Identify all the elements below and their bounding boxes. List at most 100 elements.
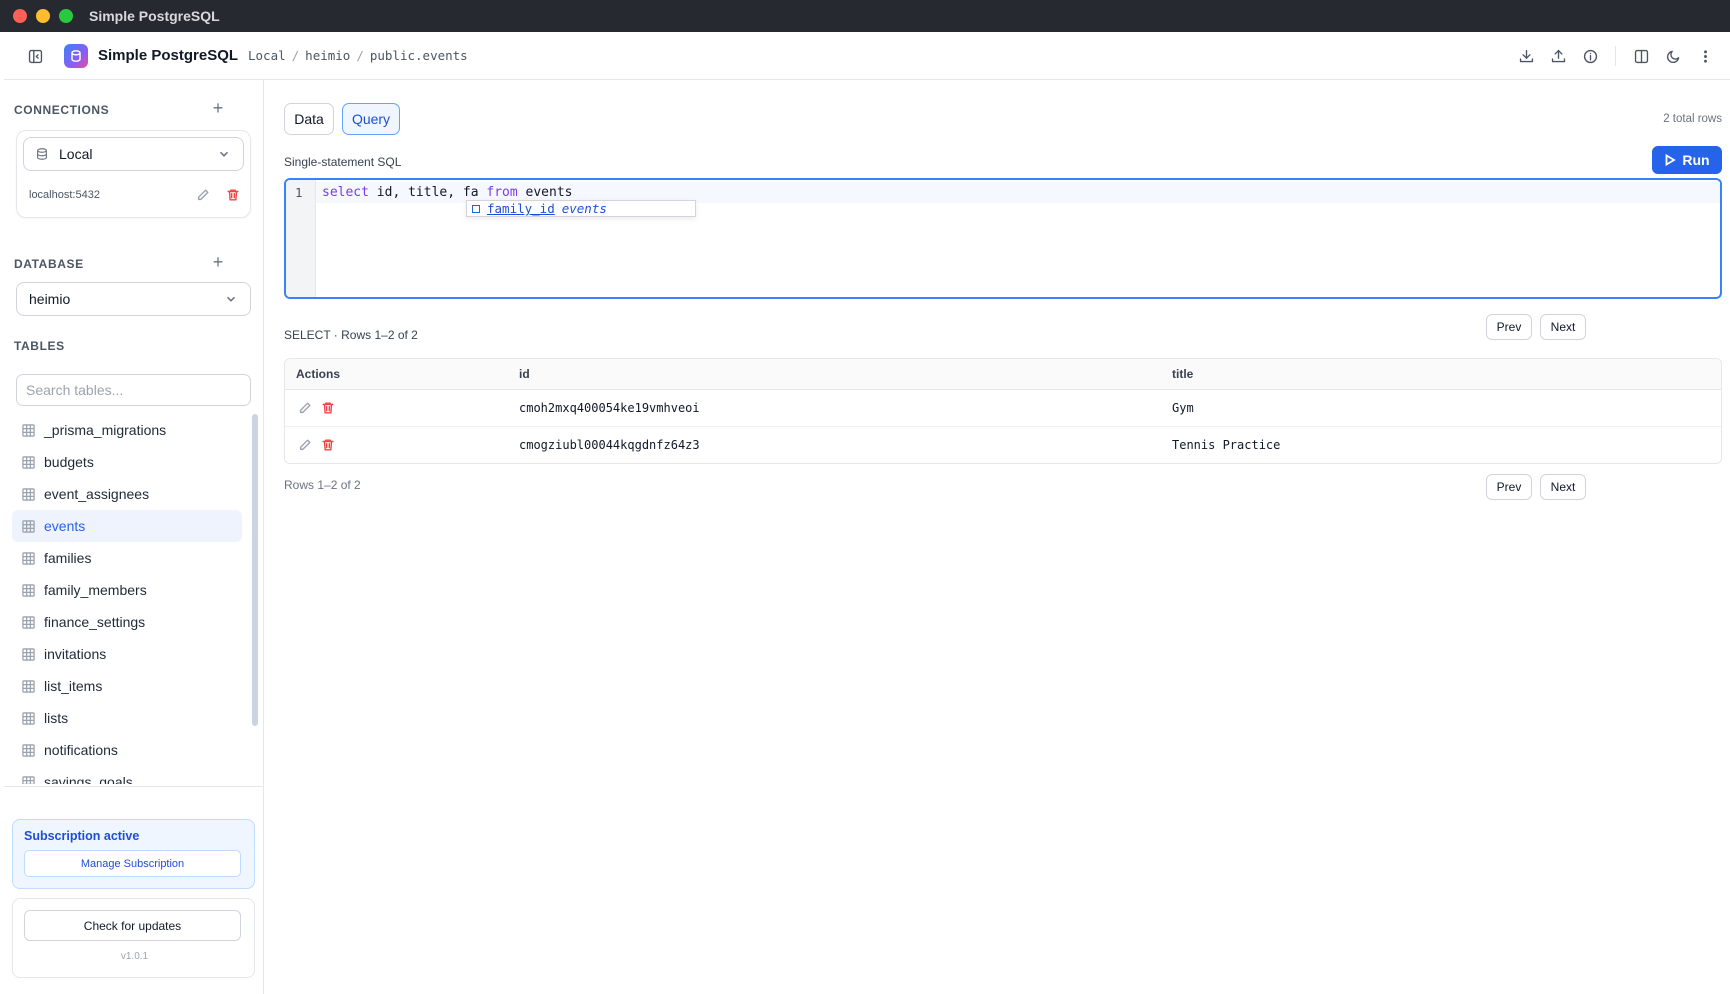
prev-page-button-bottom[interactable]: Prev — [1486, 474, 1532, 500]
run-button[interactable]: Run — [1652, 146, 1722, 174]
subscription-status: Subscription active — [24, 829, 140, 843]
sql-code[interactable]: select id, title, fa from events — [322, 185, 572, 200]
table-item[interactable]: savings_goals — [12, 766, 242, 784]
table-item-label: events — [44, 518, 86, 534]
chevron-down-icon — [224, 292, 238, 306]
sql-editor-label: Single-statement SQL — [284, 155, 402, 169]
table-item[interactable]: _prisma_migrations — [12, 414, 242, 446]
database-select[interactable]: heimio — [16, 282, 251, 316]
table-list: _prisma_migrations budgets event_assigne… — [12, 414, 242, 784]
table-item-label: list_items — [44, 678, 103, 694]
breadcrumb-table: public.events — [369, 48, 468, 63]
table-item[interactable]: finance_settings — [12, 606, 242, 638]
header-actions — [1513, 43, 1718, 69]
table-item[interactable]: families — [12, 542, 242, 574]
table-item[interactable]: list_items — [12, 670, 242, 702]
table-item[interactable]: invitations — [12, 638, 242, 670]
table-icon — [22, 743, 35, 757]
manage-subscription-button[interactable]: Manage Subscription — [24, 850, 241, 877]
edit-row-pencil-icon[interactable] — [295, 435, 315, 455]
breadcrumb-database[interactable]: heimio — [305, 48, 350, 63]
sql-editor[interactable]: 1 select id, title, fa from events famil… — [284, 178, 1722, 299]
autocomplete-suggestion[interactable]: family_id events — [466, 200, 696, 217]
download-icon[interactable] — [1513, 43, 1539, 69]
sidebar-toggle-icon[interactable] — [22, 43, 48, 69]
breadcrumb-connection[interactable]: Local — [248, 48, 286, 63]
check-updates-button[interactable]: Check for updates — [24, 910, 241, 941]
upload-icon[interactable] — [1545, 43, 1571, 69]
cell-title[interactable]: Gym — [1172, 401, 1194, 415]
tab-query[interactable]: Query — [342, 103, 400, 135]
subscription-card: Subscription active Manage Subscription — [12, 819, 255, 889]
table-item[interactable]: notifications — [12, 734, 242, 766]
app-header: Simple PostgreSQL Local / heimio / public.ev… — [4, 32, 1730, 80]
next-page-button-bottom[interactable]: Next — [1540, 474, 1586, 500]
table-icon — [22, 679, 35, 693]
connection-card: Local localhost:5432 — [16, 130, 251, 218]
table-icon — [22, 775, 35, 784]
table-item[interactable]: budgets — [12, 446, 242, 478]
more-vertical-icon[interactable] — [1692, 43, 1718, 69]
window-title: Simple PostgreSQL — [89, 8, 220, 24]
connection-host: localhost:5432 — [29, 189, 100, 201]
table-item-label: event_assignees — [44, 486, 150, 502]
table-icon — [22, 487, 35, 501]
add-database-plus-icon[interactable]: + — [209, 253, 227, 272]
field-icon — [472, 204, 480, 213]
table-item-label: finance_settings — [44, 614, 146, 630]
table-item-label: invitations — [44, 646, 107, 662]
main-panel: Data Query 2 total rows Single-statement… — [264, 80, 1730, 994]
autocomplete-detail: events — [561, 201, 607, 216]
table-icon — [22, 615, 35, 629]
table-item[interactable]: lists — [12, 702, 242, 734]
cell-id[interactable]: cmogziubl00044kqgdnfz64z3 — [519, 438, 700, 452]
delete-row-trash-icon[interactable] — [318, 435, 338, 455]
moon-icon[interactable] — [1660, 43, 1686, 69]
table-icon — [22, 551, 35, 565]
table-item-label: family_members — [44, 582, 147, 598]
table-row: cmogziubl00044kqgdnfz64z3 Tennis Practic… — [285, 427, 1721, 463]
table-icon — [22, 647, 35, 661]
search-tables-input[interactable] — [16, 374, 251, 406]
prev-page-button[interactable]: Prev — [1486, 314, 1532, 340]
database-label: DATABASE — [14, 257, 84, 271]
table-item-active[interactable]: events — [12, 510, 242, 542]
table-item-label: savings_goals — [44, 774, 133, 784]
minimize-window-button[interactable] — [36, 9, 50, 23]
column-header-title[interactable]: title — [1172, 367, 1193, 381]
table-list-scrollbar[interactable] — [252, 414, 258, 786]
table-icon — [22, 583, 35, 597]
maximize-window-button[interactable] — [59, 9, 73, 23]
database-select-value: heimio — [29, 291, 71, 307]
next-page-button[interactable]: Next — [1540, 314, 1586, 340]
delete-row-trash-icon[interactable] — [318, 398, 338, 418]
connection-select[interactable]: Local — [23, 137, 244, 171]
column-header-id[interactable]: id — [519, 367, 530, 381]
columns-icon[interactable] — [1628, 43, 1654, 69]
database-icon — [35, 147, 49, 161]
tab-data[interactable]: Data — [284, 103, 334, 135]
cell-id[interactable]: cmoh2mxq400054ke19vmhveoi — [519, 401, 700, 415]
results-info: SELECT · Rows 1–2 of 2 — [284, 328, 418, 342]
updates-card: Check for updates v1.0.1 — [12, 898, 255, 978]
window-controls — [13, 9, 73, 23]
edit-row-pencil-icon[interactable] — [295, 398, 315, 418]
add-connection-plus-icon[interactable]: + — [209, 99, 227, 118]
sidebar: CONNECTIONS + Local localhost:5432 DATAB… — [4, 80, 264, 994]
close-window-button[interactable] — [13, 9, 27, 23]
app-logo-icon — [64, 44, 88, 68]
table-header: Actions id title — [285, 359, 1721, 390]
header-divider — [1615, 46, 1616, 66]
run-button-label: Run — [1682, 152, 1710, 168]
table-item[interactable]: event_assignees — [12, 478, 242, 510]
delete-connection-trash-icon[interactable] — [223, 185, 243, 205]
scrollbar-thumb[interactable] — [252, 414, 258, 726]
cell-title[interactable]: Tennis Practice — [1172, 438, 1280, 452]
table-item[interactable]: family_members — [12, 574, 242, 606]
info-icon[interactable] — [1577, 43, 1603, 69]
tables-label: TABLES — [14, 339, 65, 353]
total-rows-count: 2 total rows — [1663, 113, 1722, 125]
app-name: Simple PostgreSQL — [98, 47, 239, 64]
edit-connection-pencil-icon[interactable] — [193, 185, 213, 205]
table-item-label: notifications — [44, 742, 118, 758]
